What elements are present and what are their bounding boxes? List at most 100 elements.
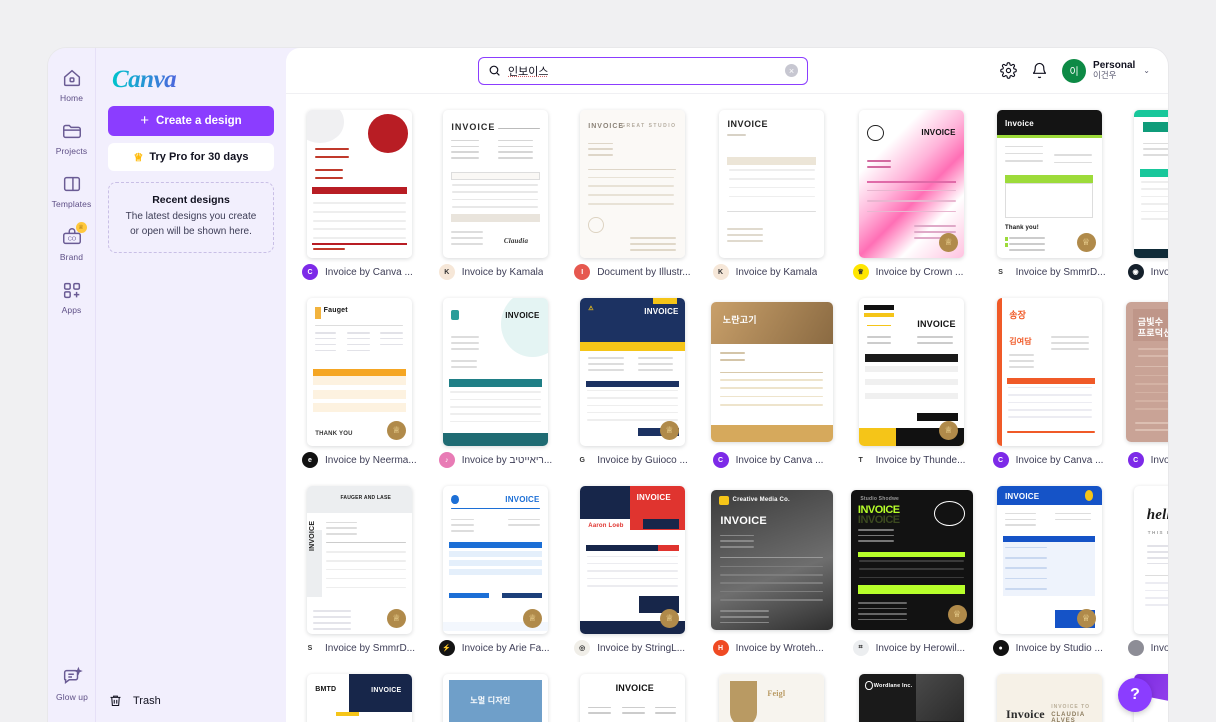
template-thumbnail-wrapper: INVOICE ♕	[437, 486, 554, 634]
template-card[interactable]: INVOICE Aaron Loeb ♕ ◎ Invoice by StringL.…	[572, 478, 692, 666]
template-thumbnail[interactable]: 노란고기	[710, 302, 833, 442]
template-card[interactable]: INVOICE GREAT STUDIO I Document by Illust…	[572, 102, 692, 290]
template-thumbnail[interactable]: 노멀 디자인	[442, 674, 548, 722]
template-thumbnail[interactable]: FAUGER AND LASE INVOICE ♕	[306, 486, 412, 634]
rail-item-apps[interactable]: Apps	[48, 272, 96, 317]
top-bar: × 이 Personal 이건우 ⌄	[286, 48, 1168, 94]
crown-icon: ♕	[133, 151, 144, 164]
canva-logo[interactable]: Canva	[112, 66, 274, 94]
template-thumbnail[interactable]: ⚠ INVOICE ♕	[579, 298, 685, 446]
template-thumbnail-wrapper: INVOICE	[711, 110, 833, 258]
template-caption: S Invoice by SmmrD...	[991, 258, 1108, 290]
template-thumbnail[interactable]: Invoice INVOICE TO CLAUDIA ALVES	[996, 674, 1102, 722]
template-card[interactable]: Wordlane Inc. Diane Pang Evelyn Davis	[851, 666, 973, 722]
template-card[interactable]: Studio Shodwe INVOICE INVOICE ♕ ⌗ Invoice …	[850, 478, 973, 666]
template-title: Invoice by Canva ...	[1150, 454, 1168, 466]
trash-button[interactable]: Trash	[108, 693, 161, 708]
pro-crown-icon: ♕	[947, 605, 967, 624]
template-thumbnail[interactable]: INVOICE ♕	[859, 110, 965, 258]
template-card[interactable]: 금빛수 프로덕션 C Invoice by Canva ...	[1125, 290, 1168, 478]
settings-gear-icon[interactable]	[1000, 62, 1017, 79]
template-caption: ◎ Invoice by StringL...	[572, 634, 692, 666]
template-thumbnail[interactable]: INVOICE GREAT STUDIO	[579, 110, 685, 258]
template-thumbnail[interactable]: Fauget THANK YOU ♕	[306, 298, 412, 446]
template-card[interactable]: hello THIS IS YOUR INVOICE Sign Invoice b…	[1126, 478, 1168, 666]
template-card[interactable]: BMTD INVOICE	[300, 666, 419, 722]
template-thumbnail[interactable]: Wordlane Inc. Diane Pang Evelyn Davis	[859, 674, 965, 722]
template-card[interactable]: INVOICE ♕ ⚡ Invoice by Arie Fa...	[437, 478, 554, 666]
template-thumbnail-wrapper: INVOICE ♕	[991, 486, 1108, 634]
template-thumbnail[interactable]: 금빛수 프로덕션	[1125, 302, 1168, 442]
template-thumbnail[interactable]: INVOICE Claudia	[442, 110, 548, 258]
thumbnail-art: Creative Media Co. INVOICE	[710, 490, 833, 630]
template-card[interactable]: INVOICE ♕ ◉ Invoice by IFH	[1126, 102, 1168, 290]
account-menu[interactable]: 이 Personal 이건우 ⌄	[1062, 58, 1150, 83]
template-thumbnail-wrapper: INVOICE ♕	[1126, 110, 1168, 258]
template-card[interactable]: INVOICE ♕ T Invoice by Thunde...	[851, 290, 973, 478]
try-pro-button[interactable]: ♕ Try Pro for 30 days	[108, 143, 274, 171]
template-title: Invoice by Neerma...	[325, 454, 417, 466]
help-button[interactable]: ?	[1118, 678, 1152, 712]
clear-search-icon[interactable]: ×	[785, 64, 799, 77]
rail-item-projects[interactable]: Projects	[48, 113, 96, 158]
template-card[interactable]: Fauget THANK YOU ♕ e Invoice by Neerma...	[300, 290, 419, 478]
search-input[interactable]	[508, 64, 779, 77]
template-thumbnail[interactable]: Feigl INVOICE	[719, 674, 825, 722]
template-card[interactable]: C Invoice by Canva ...	[300, 102, 419, 290]
template-caption: ◉ Invoice by IFH	[1126, 258, 1168, 290]
template-thumbnail[interactable]: Invoice Thank you! ♕	[996, 110, 1102, 258]
template-thumbnail[interactable]	[306, 110, 412, 258]
author-avatar: I	[574, 264, 591, 280]
results-scroll-area[interactable]: C Invoice by Canva ... INVOICE Claudia K Inv…	[286, 94, 1168, 722]
template-thumbnail[interactable]: INVOICE ♕	[1134, 110, 1168, 258]
rail-item-brand[interactable]: CO ♕ Brand	[48, 219, 96, 264]
template-thumbnail[interactable]: Studio Shodwe INVOICE INVOICE ♕	[850, 490, 973, 630]
template-card[interactable]: ⚠ INVOICE ♕ G Invoice by Guioco ...	[572, 290, 692, 478]
template-thumbnail-wrapper: FAUGER AND LASE INVOICE ♕	[300, 486, 419, 634]
template-card[interactable]: 노멀 디자인	[437, 666, 554, 722]
template-thumbnail[interactable]: INVOICE ♕	[996, 486, 1102, 634]
template-thumbnail[interactable]: hello THIS IS YOUR INVOICE Sign	[1134, 486, 1168, 634]
thumbnail-art: INVOICE	[580, 674, 685, 722]
thumbnail-art: INVOICE	[1134, 110, 1168, 258]
template-title: Invoice by Thunde...	[875, 454, 966, 466]
template-card[interactable]: INVOICE K Invoice by Kamala	[711, 102, 833, 290]
template-card[interactable]: Invoice Thank you! ♕ S Invoice by SmmrD...	[991, 102, 1108, 290]
template-thumbnail[interactable]: INVOICE ♕	[859, 298, 965, 446]
rail-item-glow-up[interactable]: Glow up	[48, 659, 96, 704]
template-card[interactable]: INVOICE ♪ Invoice by ריאייטיב...	[437, 290, 554, 478]
template-card[interactable]: FAUGER AND LASE INVOICE ♕ S Invoice by Smm…	[300, 478, 419, 666]
thumbnail-art	[306, 110, 412, 258]
template-thumbnail[interactable]: INVOICE	[579, 674, 685, 722]
template-thumbnail[interactable]: 송장 김여담	[996, 298, 1102, 446]
template-thumbnail[interactable]: Creative Media Co. INVOICE	[710, 490, 833, 630]
template-thumbnail[interactable]: INVOICE Aaron Loeb ♕	[579, 486, 685, 634]
account-text: Personal 이건우	[1093, 60, 1135, 81]
create-a-design-button[interactable]: + Create a design	[108, 106, 274, 136]
template-card[interactable]: Invoice INVOICE TO CLAUDIA ALVES	[991, 666, 1108, 722]
template-card[interactable]: INVOICE	[572, 666, 692, 722]
template-thumbnail[interactable]: BMTD INVOICE	[306, 674, 412, 722]
template-card[interactable]: 송장 김여담 C Invoice by Canva ...	[991, 290, 1108, 478]
template-caption: H Invoice by Wroteh...	[711, 634, 833, 666]
template-card[interactable]: INVOICE ♕ ● Invoice by Studio ...	[991, 478, 1108, 666]
template-thumbnail[interactable]: INVOICE	[719, 110, 825, 258]
author-avatar: ⚡	[438, 640, 455, 656]
template-card[interactable]: 노란고기 C Invoice by Canva ...	[710, 290, 833, 478]
template-thumbnail[interactable]: INVOICE ♕	[442, 486, 548, 634]
template-caption: ⌗ Invoice by Herowil...	[851, 634, 973, 666]
template-card[interactable]: Creative Media Co. INVOICE H Invoice by W…	[710, 478, 833, 666]
template-card[interactable]: INVOICE ♕ ♕ Invoice by Crown ...	[851, 102, 973, 290]
search-box[interactable]: ×	[478, 56, 809, 85]
template-thumbnail-wrapper: Feigl INVOICE	[711, 674, 833, 722]
template-thumbnail-wrapper: INVOICE Aaron Loeb ♕	[572, 486, 692, 634]
template-title: Invoice by StringL...	[597, 642, 686, 654]
template-thumbnail[interactable]: INVOICE	[442, 298, 548, 446]
template-card[interactable]: Feigl INVOICE	[711, 666, 833, 722]
rail-item-templates[interactable]: Templates	[48, 166, 96, 211]
template-caption: ⚡ Invoice by Arie Fa...	[437, 634, 554, 666]
rail-item-home[interactable]: Home	[48, 60, 96, 105]
notifications-bell-icon[interactable]	[1031, 62, 1048, 79]
crown-icon: ♕	[75, 222, 87, 233]
template-card[interactable]: INVOICE Claudia K Invoice by Kamala	[437, 102, 554, 290]
